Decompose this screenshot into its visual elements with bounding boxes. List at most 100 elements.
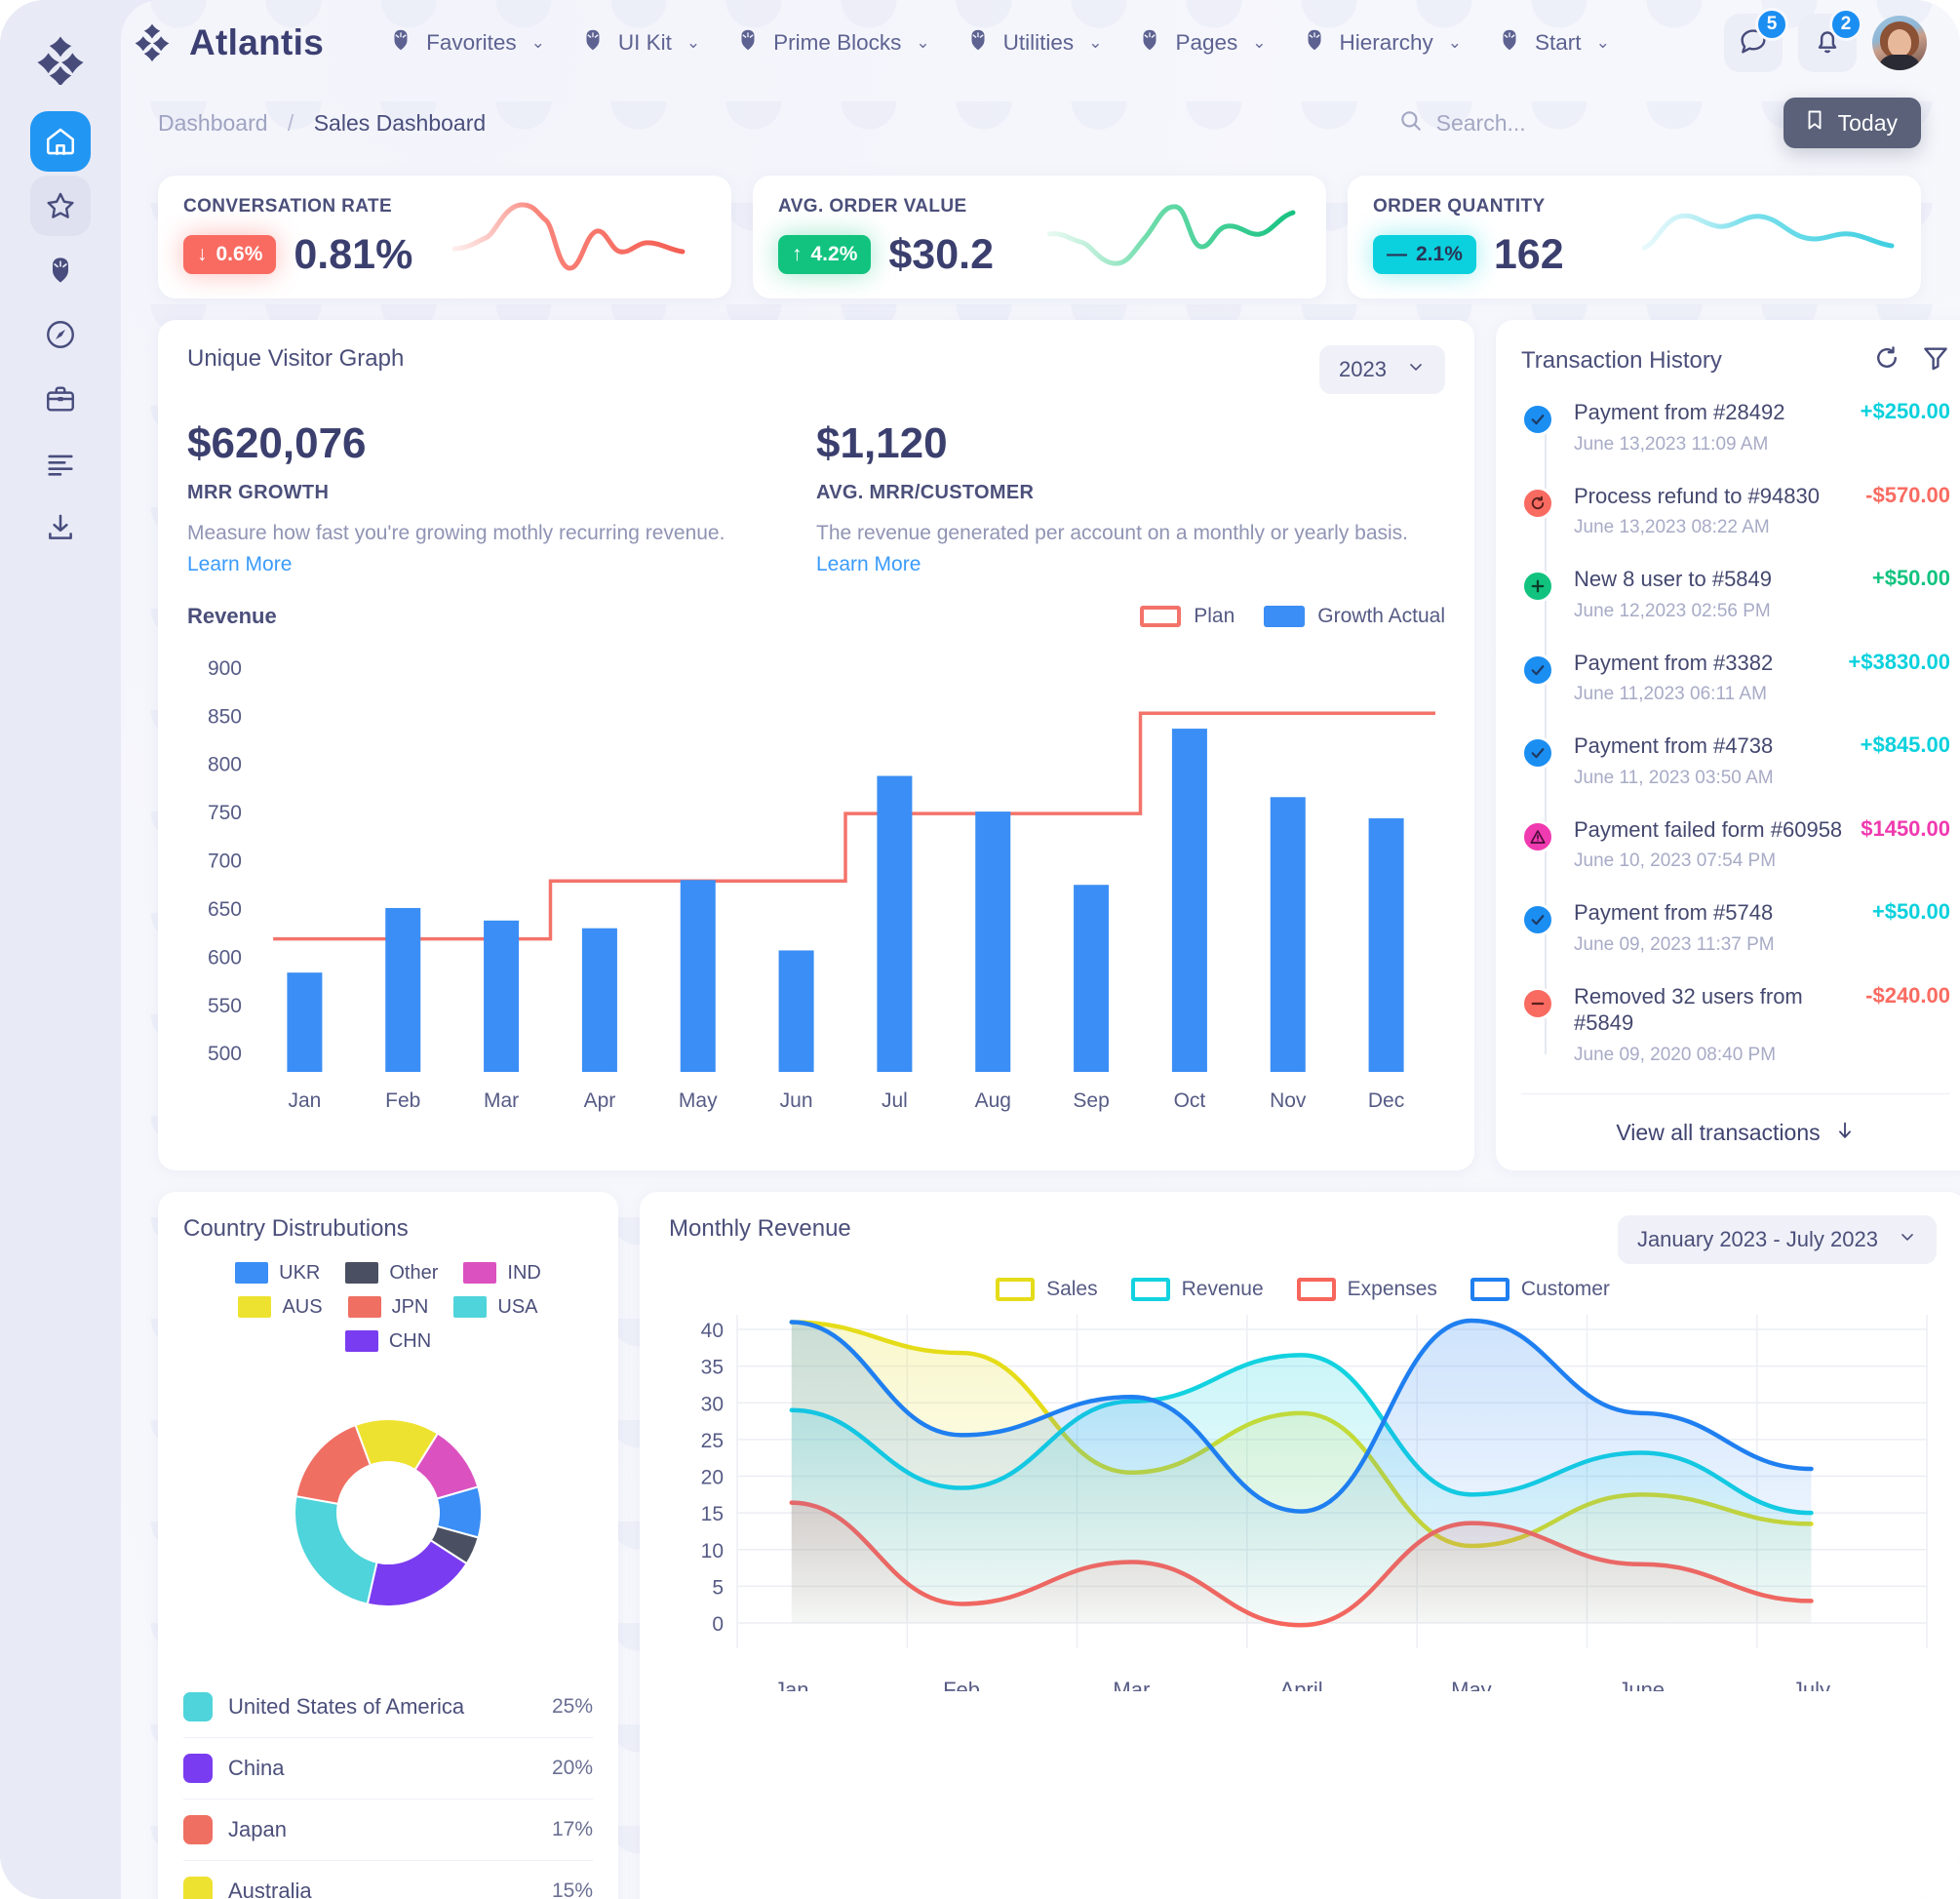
notifications-button[interactable]: 2 bbox=[1798, 8, 1862, 72]
country-list: United States of America 25% China 20% Japan… bbox=[183, 1677, 593, 1899]
dashboard-content: CONVERSATION RATE ↓ 0.6% 0.81% AVG. ORDE… bbox=[121, 160, 1960, 1899]
transaction-item[interactable]: Payment from #5748 +$50.00 June 09, 2023 1… bbox=[1521, 899, 1950, 983]
learn-more-link[interactable]: Learn More bbox=[816, 553, 1416, 576]
filter-icon[interactable] bbox=[1921, 343, 1950, 377]
nav-item-label: Favorites bbox=[426, 30, 517, 55]
country-legend-item[interactable]: AUS bbox=[238, 1296, 323, 1319]
svg-text:Jan: Jan bbox=[774, 1678, 808, 1691]
monthly-legend-item[interactable]: Revenue bbox=[1130, 1277, 1264, 1301]
star-icon bbox=[44, 189, 77, 222]
revenue-label: Revenue bbox=[187, 604, 277, 628]
learn-more-link[interactable]: Learn More bbox=[187, 553, 787, 576]
refresh-icon[interactable] bbox=[1872, 343, 1901, 377]
country-legend-item[interactable]: Other bbox=[345, 1262, 438, 1285]
view-all-transactions-button[interactable]: View all transactions bbox=[1521, 1092, 1950, 1170]
text-lines-icon bbox=[44, 447, 77, 480]
sidebar-item-favorites[interactable] bbox=[30, 176, 91, 236]
legend-label: UKR bbox=[279, 1261, 321, 1284]
year-select[interactable]: 2023 bbox=[1319, 345, 1445, 394]
nav-item-hierarchy[interactable]: Hierarchy ⌄ bbox=[1284, 20, 1480, 66]
country-name: United States of America bbox=[228, 1693, 465, 1719]
sidebar-item-explore[interactable] bbox=[30, 304, 91, 365]
legend-swatch-actual bbox=[1264, 606, 1306, 627]
legend-item-growth-actual[interactable]: Growth Actual bbox=[1264, 605, 1445, 628]
transaction-amount: +$50.00 bbox=[1871, 899, 1950, 924]
search-input[interactable] bbox=[1435, 109, 1758, 137]
svg-text:600: 600 bbox=[208, 946, 242, 969]
transaction-row: Payment from #5748 +$50.00 bbox=[1574, 899, 1950, 927]
today-button[interactable]: Today bbox=[1783, 98, 1921, 148]
avatar[interactable] bbox=[1872, 16, 1927, 70]
country-legend-item[interactable]: UKR bbox=[235, 1262, 320, 1285]
nav-item-label: Pages bbox=[1175, 30, 1238, 55]
transaction-row: Payment failed form #60958 $1450.00 bbox=[1574, 816, 1950, 844]
breadcrumb-root[interactable]: Dashboard bbox=[158, 110, 268, 136]
nav-item-ui-kit[interactable]: UI Kit ⌄ bbox=[563, 20, 718, 66]
transaction-item[interactable]: Payment from #4738 +$845.00 June 11, 2023 … bbox=[1521, 732, 1950, 816]
sidebar-item-downloads[interactable] bbox=[30, 497, 91, 558]
search-box[interactable] bbox=[1398, 108, 1758, 138]
chevron-down-icon: ⌄ bbox=[1252, 33, 1267, 52]
arrow-up-icon: ↑ bbox=[792, 243, 803, 265]
transaction-item[interactable]: Payment from #28492 +$250.00 June 13,2023 … bbox=[1521, 399, 1950, 483]
legend-item-plan[interactable]: Plan bbox=[1140, 605, 1235, 628]
bookmark-icon bbox=[1803, 108, 1826, 138]
transaction-item[interactable]: Payment failed form #60958 $1450.00 June 1… bbox=[1521, 816, 1950, 900]
kpi-delta-badge: ↓ 0.6% bbox=[183, 235, 277, 274]
svg-text:June: June bbox=[1618, 1678, 1665, 1691]
country-legend-item[interactable]: JPN bbox=[347, 1296, 428, 1319]
transaction-date: June 09, 2020 08:40 PM bbox=[1574, 1044, 1777, 1065]
nav-item-utilities[interactable]: Utilities ⌄ bbox=[948, 20, 1120, 66]
legend-label: Growth Actual bbox=[1317, 605, 1445, 627]
transaction-row: Payment from #3382 +$3830.00 bbox=[1574, 650, 1950, 677]
country-legend-item[interactable]: USA bbox=[453, 1296, 538, 1319]
svg-text:July: July bbox=[1792, 1678, 1830, 1691]
svg-text:700: 700 bbox=[208, 851, 242, 873]
stat-avg-mrr-customer: $1,120 AVG. MRR/CUSTOMER The revenue gen… bbox=[816, 419, 1445, 576]
svg-text:800: 800 bbox=[208, 754, 242, 776]
nav-item-prime-blocks[interactable]: Prime Blocks ⌄ bbox=[718, 20, 948, 66]
sidebar-item-components[interactable] bbox=[30, 240, 91, 300]
stat-description: The revenue generated per account on a m… bbox=[816, 522, 1409, 544]
brand[interactable]: Atlantis bbox=[131, 20, 324, 67]
stat-mrr-growth: $620,076 MRR GROWTH Measure how fast you… bbox=[187, 419, 816, 576]
transaction-actions bbox=[1872, 343, 1950, 377]
transaction-item[interactable]: Payment from #3382 +$3830.00 June 11,2023 … bbox=[1521, 650, 1950, 733]
country-legend-item[interactable]: IND bbox=[463, 1262, 541, 1285]
nav-item-pages[interactable]: Pages ⌄ bbox=[1119, 20, 1283, 66]
monthly-legend-item[interactable]: Customer bbox=[1470, 1277, 1610, 1301]
transaction-item[interactable]: New 8 user to #5849 +$50.00 June 12,2023 0… bbox=[1521, 566, 1950, 650]
nav-item-start[interactable]: Start ⌄ bbox=[1479, 20, 1627, 66]
transaction-body: Removed 32 users from #5849 -$240.00 June … bbox=[1574, 983, 1950, 1066]
transaction-item[interactable]: Removed 32 users from #5849 -$240.00 June … bbox=[1521, 983, 1950, 1093]
date-range-select[interactable]: January 2023 - July 2023 bbox=[1617, 1214, 1937, 1264]
svg-text:0: 0 bbox=[712, 1613, 724, 1636]
transaction-name: Payment from #5748 bbox=[1574, 900, 1774, 925]
brand-logo-icon bbox=[131, 20, 174, 67]
legend-label: CHN bbox=[388, 1329, 432, 1352]
transaction-date: June 11,2023 06:11 AM bbox=[1574, 684, 1767, 704]
transaction-name: New 8 user to #5849 bbox=[1574, 567, 1773, 591]
brand-name: Atlantis bbox=[189, 22, 325, 62]
country-color-swatch bbox=[183, 1691, 213, 1721]
sidebar-item-home[interactable] bbox=[30, 111, 91, 172]
sidebar-item-work[interactable] bbox=[30, 369, 91, 429]
svg-text:650: 650 bbox=[208, 898, 242, 921]
svg-text:Mar: Mar bbox=[1113, 1678, 1150, 1691]
transaction-amount: +$845.00 bbox=[1860, 732, 1950, 757]
country-legend-item[interactable]: CHN bbox=[344, 1329, 432, 1353]
kpi-delta-value: 2.1% bbox=[1416, 243, 1463, 265]
monthly-legend-item[interactable]: Sales bbox=[996, 1277, 1098, 1301]
legend-label: Customer bbox=[1520, 1277, 1610, 1300]
app-logo-icon bbox=[29, 27, 92, 90]
svg-text:May: May bbox=[1451, 1678, 1492, 1691]
monthly-legend-item[interactable]: Expenses bbox=[1296, 1277, 1437, 1301]
messages-button[interactable]: 5 bbox=[1724, 8, 1788, 72]
sidebar-item-lists[interactable] bbox=[30, 433, 91, 494]
stat-value: $620,076 bbox=[187, 419, 367, 467]
nav-item-favorites[interactable]: Favorites ⌄ bbox=[371, 20, 563, 66]
country-percent: 25% bbox=[551, 1694, 593, 1718]
svg-text:Mar: Mar bbox=[484, 1089, 519, 1112]
transaction-body: Payment from #4738 +$845.00 June 11, 2023 … bbox=[1574, 732, 1950, 789]
transaction-item[interactable]: Process refund to #94830 -$570.00 June 13,… bbox=[1521, 483, 1950, 567]
